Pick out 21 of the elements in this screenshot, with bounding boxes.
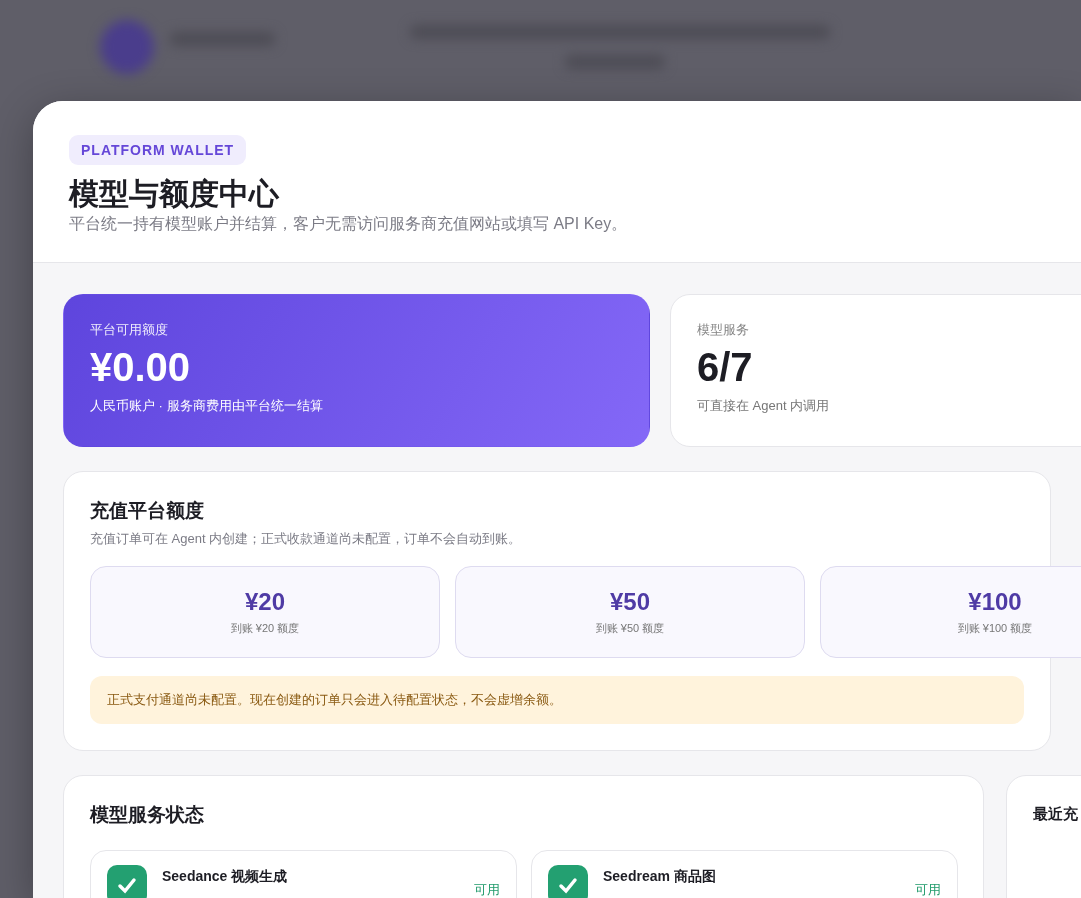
- service-name: Seedream 商品图: [603, 868, 717, 886]
- page-subtitle: 平台统一持有模型账户并结算，客户无需访问服务商充值网站或填写 API Key。: [69, 214, 629, 234]
- stat-note: 可直接在 Agent 内调用: [697, 397, 831, 415]
- service-status: 可用: [474, 881, 500, 898]
- card-title: 模型服务状态: [90, 803, 205, 827]
- section-badge: PLATFORM WALLET: [69, 135, 247, 165]
- card-subtitle: 充值订单可在 Agent 内创建；正式收款通道尚未配置，订单不会自动到账。: [90, 530, 523, 548]
- service-status: 可用: [915, 881, 941, 898]
- card-title: 最近充: [1033, 805, 1078, 824]
- stat-label: 平台可用额度: [90, 321, 169, 339]
- stat-value: 6/7: [697, 345, 754, 389]
- stat-note: 人民币账户 · 服务商费用由平台统一结算: [90, 397, 324, 415]
- stat-label: 模型服务: [697, 321, 750, 339]
- amount-option[interactable]: ¥50 到账 ¥50 额度: [455, 566, 805, 658]
- service-name: Seedance 视频生成: [162, 868, 289, 886]
- page-title: 模型与额度中心: [69, 177, 280, 210]
- stat-value: ¥0.00: [90, 345, 192, 389]
- card-title: 充值平台额度: [90, 499, 205, 523]
- amount-option[interactable]: ¥100 到账 ¥100 额度: [820, 566, 1081, 658]
- amount-option[interactable]: ¥20 到账 ¥20 额度: [90, 566, 440, 658]
- warning-notice: 正式支付通道尚未配置。现在创建的订单只会进入待配置状态，不会虚增余额。: [90, 676, 1024, 724]
